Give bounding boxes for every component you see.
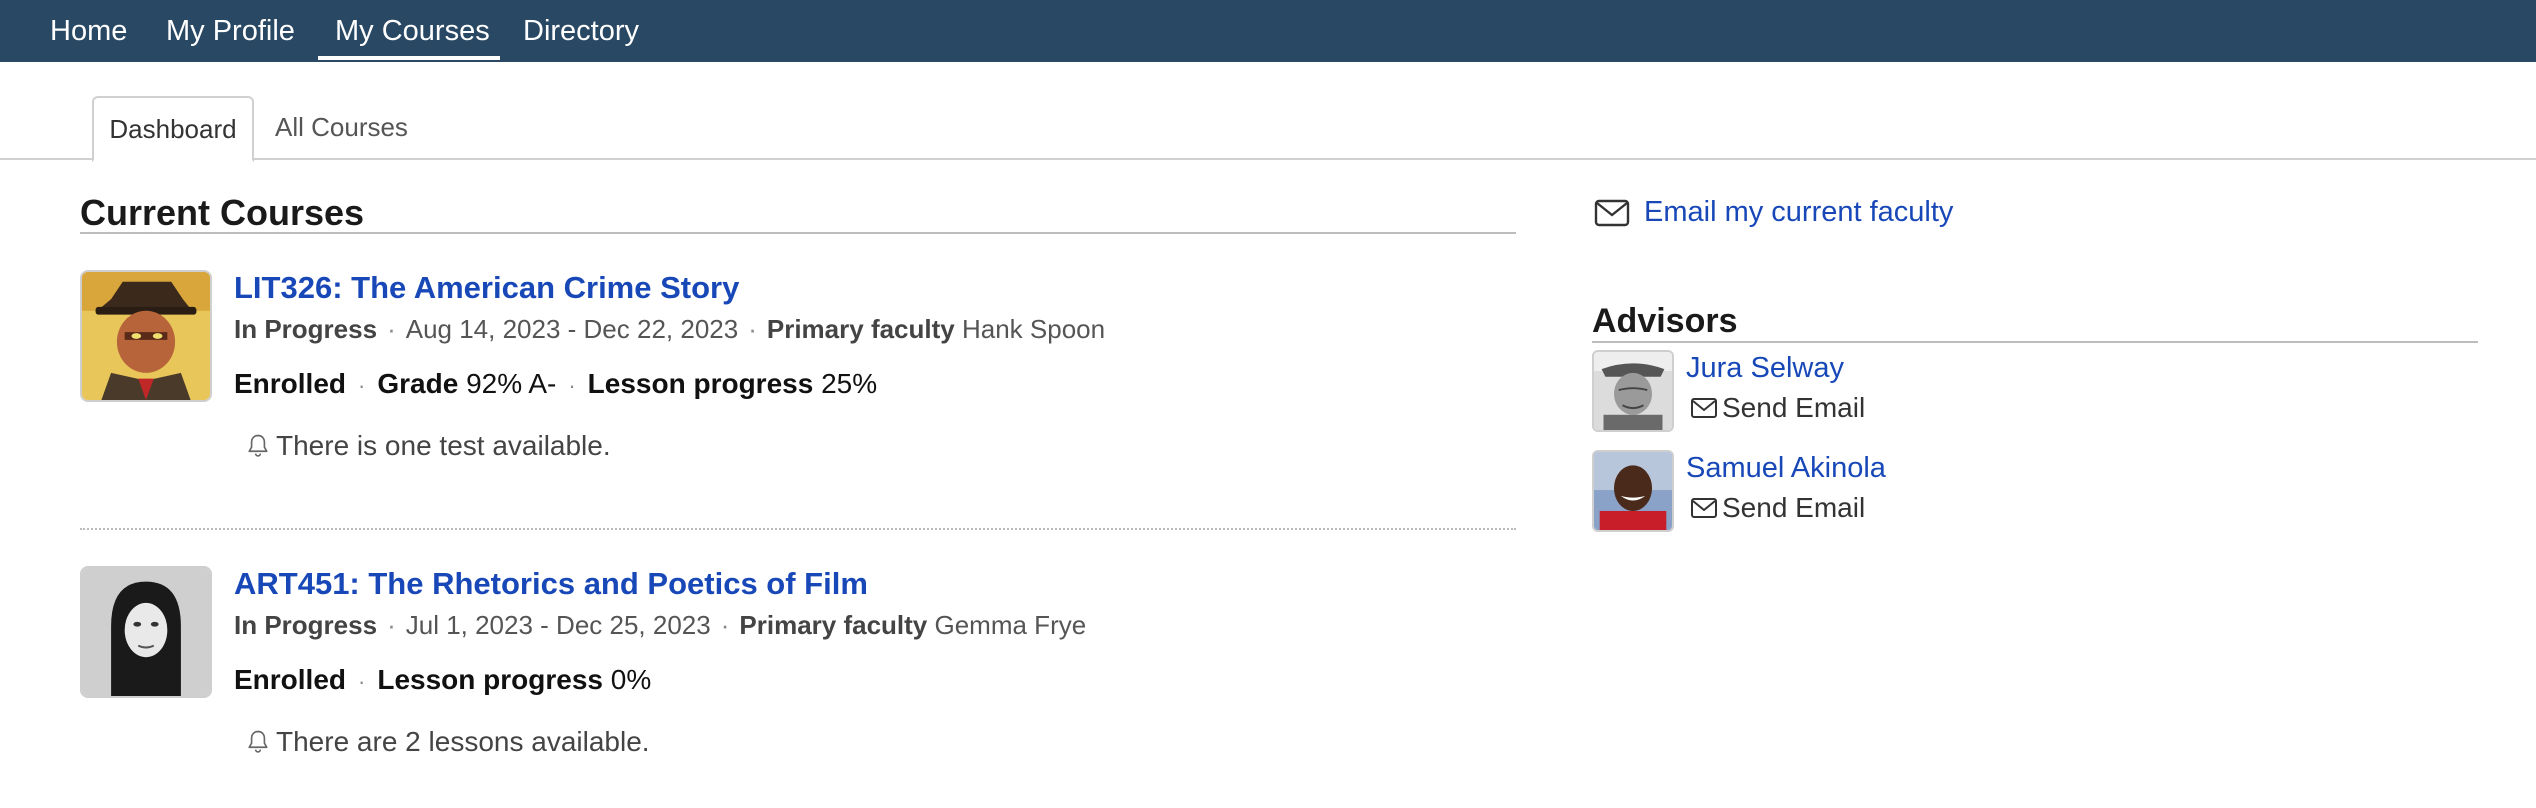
course-notice: There are 2 lessons available. — [244, 726, 650, 758]
film-image — [82, 568, 210, 696]
course-dates: Aug 14, 2023 - Dec 22, 2023 — [405, 314, 739, 344]
notice-text: There is one test available. — [276, 430, 611, 461]
advisors-rule — [1592, 341, 2478, 343]
course-stats: Enrolled · Grade 92% A- · Lesson progress 25… — [234, 368, 877, 400]
faculty-name: Gemma Frye — [934, 610, 1087, 640]
lesson-progress-value: 0% — [610, 664, 652, 695]
course-title-link[interactable]: ART451: The Rhetorics and Poetics of Fil… — [234, 566, 868, 602]
advisor-avatar[interactable] — [1592, 350, 1674, 432]
separator: · — [720, 610, 730, 640]
advisors-title: Advisors — [1592, 302, 1738, 340]
advisor-name-link[interactable]: Samuel Akinola — [1686, 452, 1886, 485]
lesson-progress-label: Lesson progress — [587, 368, 814, 399]
course-thumbnail-art451[interactable] — [80, 566, 212, 698]
send-email-button[interactable]: Send Email — [1690, 392, 1865, 424]
nav-directory[interactable]: Directory — [523, 0, 639, 62]
course-thumbnail-lit326[interactable] — [80, 270, 212, 402]
send-email-label[interactable]: Send Email — [1722, 392, 1865, 424]
current-courses-rule — [80, 232, 1516, 234]
course-dates: Jul 1, 2023 - Dec 25, 2023 — [405, 610, 711, 640]
enrollment-status: Enrolled — [234, 368, 347, 399]
send-email-label[interactable]: Send Email — [1722, 492, 1865, 524]
notice-text: There are 2 lessons available. — [276, 726, 650, 757]
separator: · — [568, 373, 576, 398]
send-email-button[interactable]: Send Email — [1690, 492, 1865, 524]
advisor-photo-image — [1594, 452, 1672, 530]
crime-story-image — [82, 272, 210, 400]
course-title-link[interactable]: LIT326: The American Crime Story — [234, 270, 739, 306]
mail-icon — [1691, 498, 1717, 518]
email-faculty-label[interactable]: Email my current faculty — [1644, 196, 1953, 229]
nav-home[interactable]: Home — [50, 0, 127, 62]
faculty-name: Hank Spoon — [961, 314, 1106, 344]
separator: · — [748, 314, 757, 344]
course-notice: There is one test available. — [244, 430, 611, 462]
tab-dashboard[interactable]: Dashboard — [92, 96, 254, 162]
bell-icon — [248, 434, 268, 457]
course-tabs: Dashboard All Courses — [0, 96, 2536, 162]
top-navigation: Home My Profile My Courses Directory — [0, 0, 2536, 62]
advisor-name-link[interactable]: Jura Selway — [1686, 352, 1844, 385]
course-status: In Progress — [234, 314, 378, 344]
course-meta: In Progress · Jul 1, 2023 - Dec 25, 2023 · P… — [234, 610, 1086, 641]
lesson-progress-label: Lesson progress — [377, 664, 603, 695]
tab-all-courses[interactable]: All Courses — [275, 96, 408, 160]
current-courses-title: Current Courses — [80, 192, 365, 233]
course-meta: In Progress · Aug 14, 2023 - Dec 22, 2023 ·… — [234, 314, 1105, 345]
bell-icon — [248, 730, 268, 753]
separator: · — [358, 373, 366, 398]
faculty-label: Primary faculty — [766, 314, 955, 344]
separator: · — [358, 669, 366, 694]
active-nav-indicator — [318, 56, 500, 60]
separator: · — [387, 314, 396, 344]
mail-icon — [1691, 398, 1717, 418]
course-stats: Enrolled · Lesson progress 0% — [234, 664, 651, 696]
faculty-label: Primary faculty — [739, 610, 928, 640]
nav-my-courses[interactable]: My Courses — [335, 0, 490, 62]
grade-label: Grade — [377, 368, 459, 399]
separator: · — [387, 610, 396, 640]
course-divider — [80, 528, 1516, 530]
enrollment-status: Enrolled — [234, 664, 347, 695]
course-status: In Progress — [234, 610, 378, 640]
advisor-avatar[interactable] — [1592, 450, 1674, 532]
mail-icon — [1594, 199, 1630, 226]
grade-value: 92% A- — [466, 368, 557, 399]
nav-my-profile[interactable]: My Profile — [166, 0, 295, 62]
email-faculty-link[interactable]: Email my current faculty — [1594, 196, 1953, 229]
lesson-progress-value: 25% — [821, 368, 878, 399]
advisor-photo-image — [1594, 352, 1672, 430]
